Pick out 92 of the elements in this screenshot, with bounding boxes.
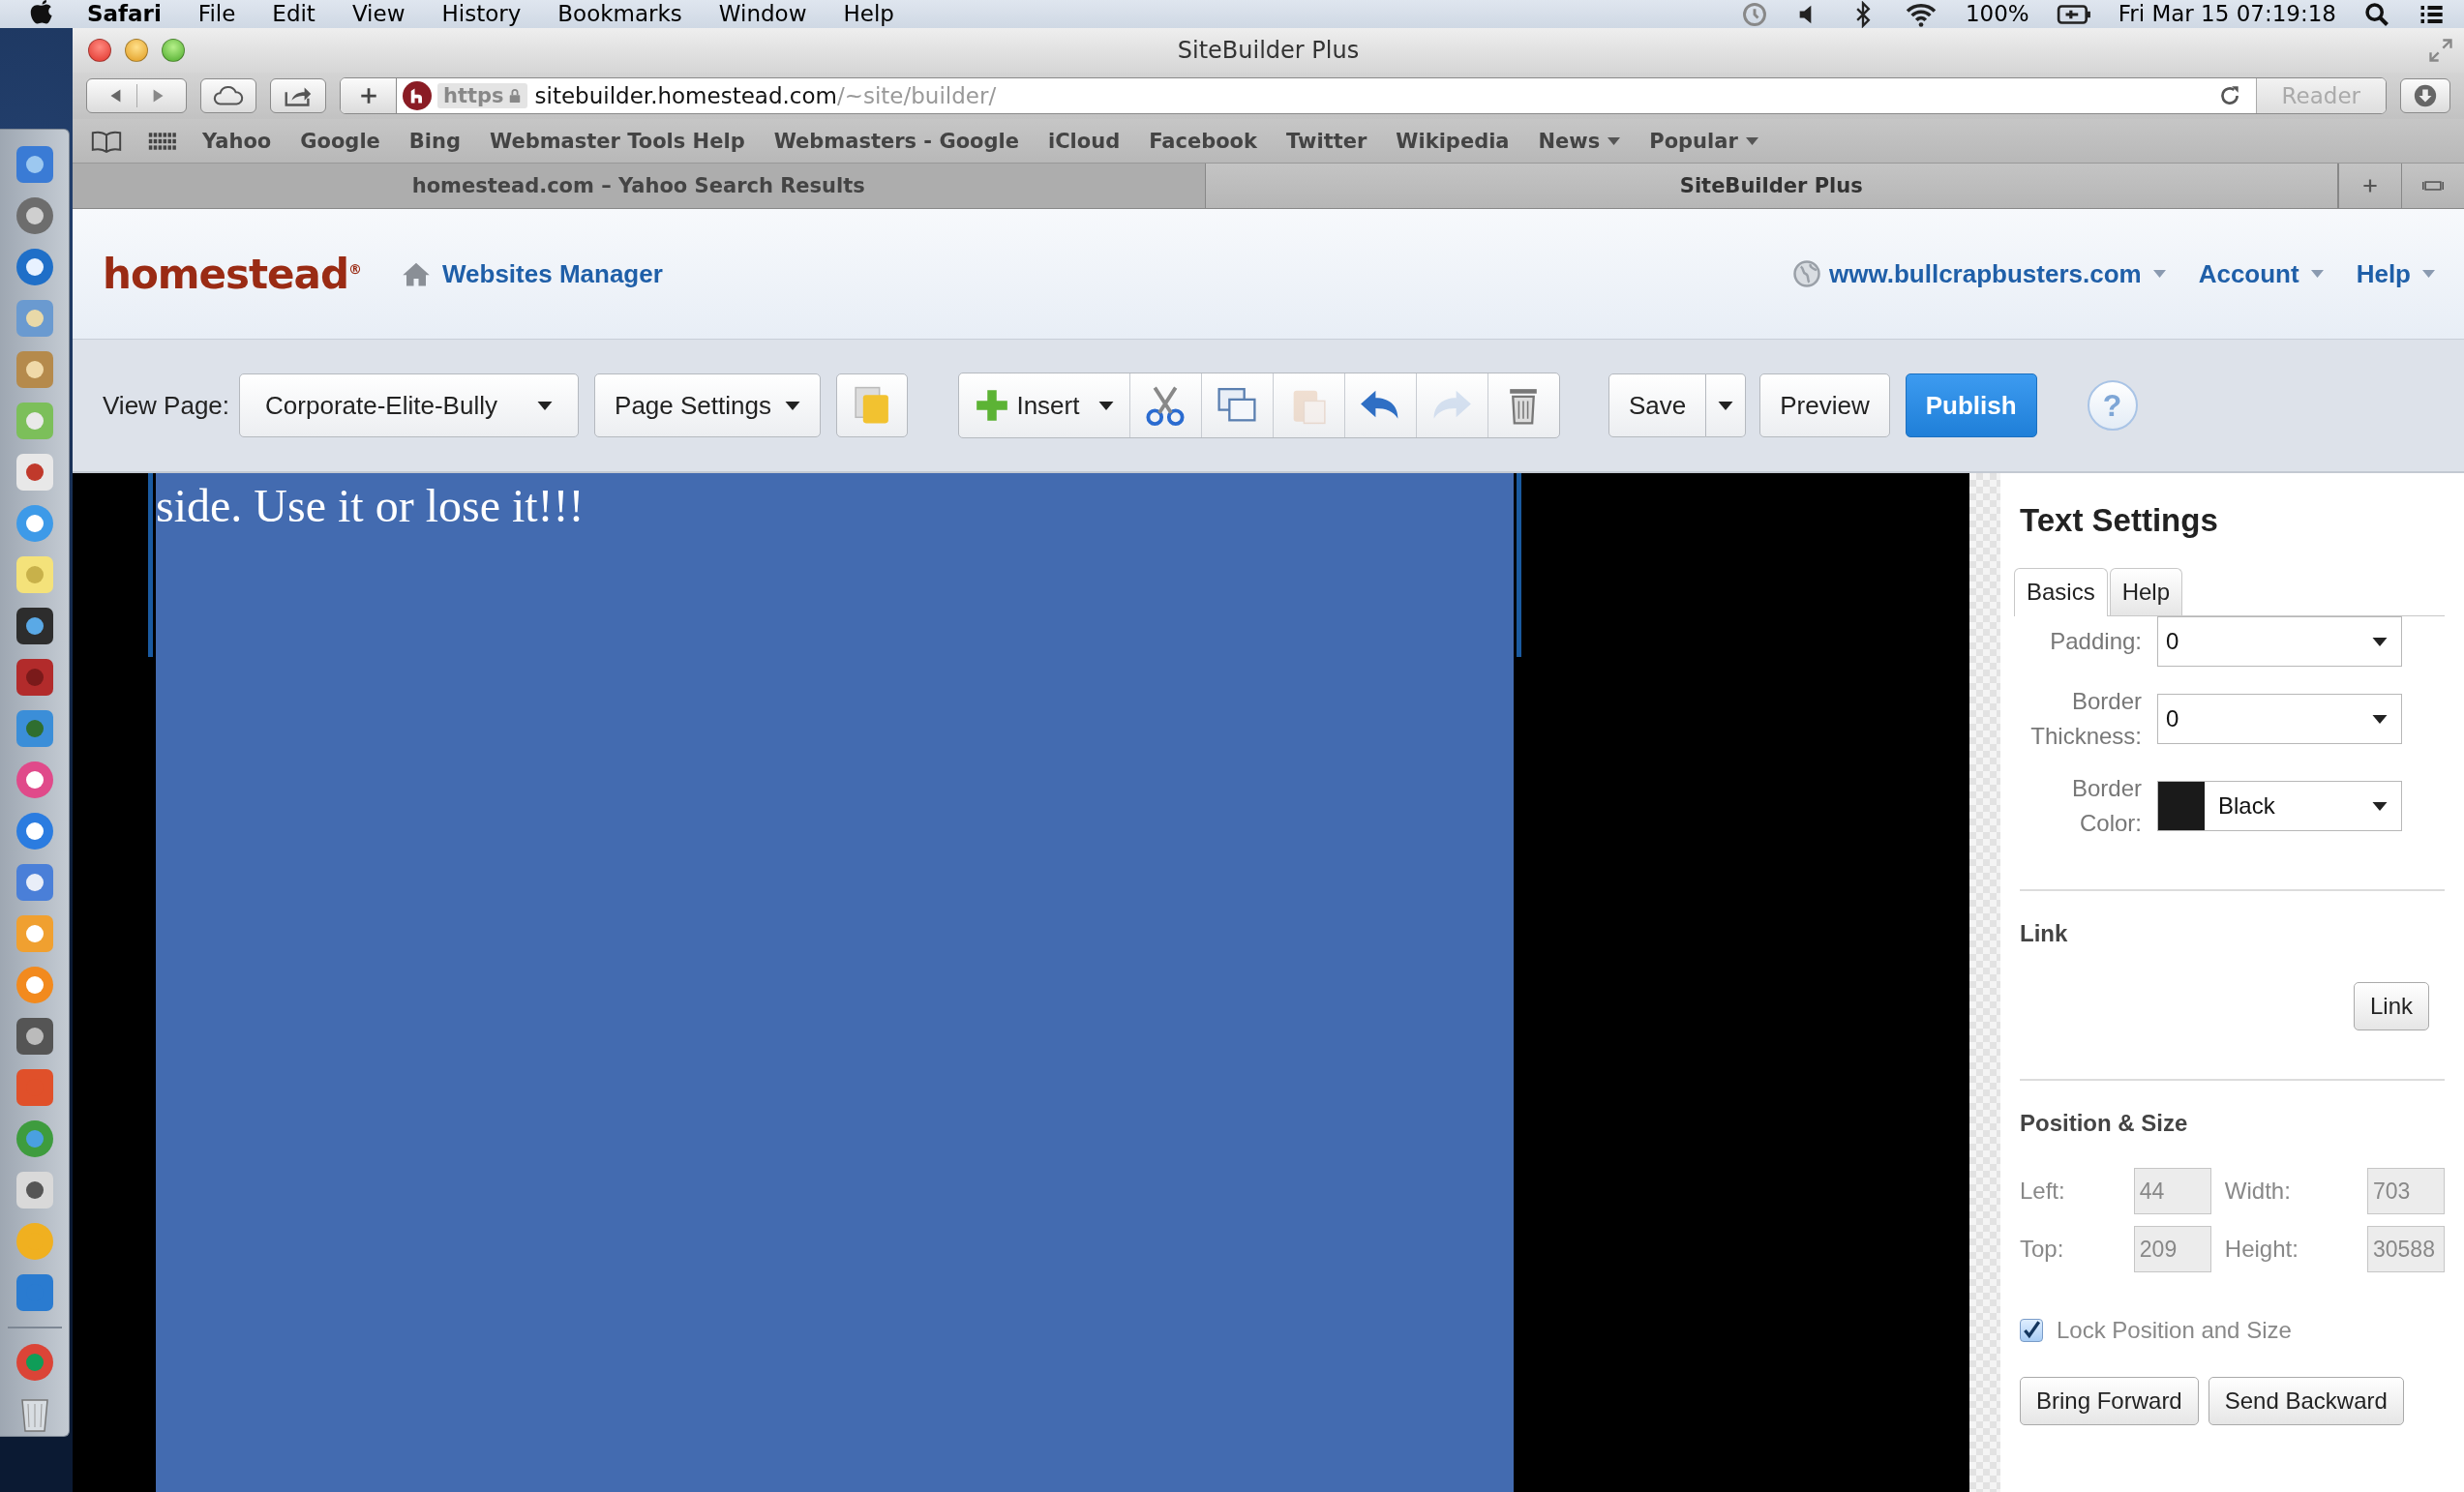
websites-manager-link[interactable]: Websites Manager — [442, 258, 663, 289]
bookmark-item[interactable]: Webmaster Tools Help — [490, 129, 745, 153]
field-label: Width: — [2224, 1178, 2292, 1205]
bookmark-item[interactable]: Webmasters - Google — [773, 129, 1019, 153]
section-heading: Link — [2020, 920, 2069, 947]
https-badge: https — [437, 83, 527, 108]
window-title: SiteBuilder Plus — [1177, 37, 1360, 64]
downloads-button[interactable] — [2400, 78, 2450, 113]
save-button[interactable]: Save — [1608, 373, 1707, 437]
caret-icon — [1745, 136, 1758, 145]
menu-item[interactable]: Bookmarks — [557, 0, 682, 28]
cloud-icon — [212, 83, 245, 108]
preview-button[interactable]: Preview — [1759, 373, 1890, 437]
caret-icon — [2372, 637, 2388, 646]
menu-clock[interactable]: Fri Mar 15 07:19:18 — [2118, 0, 2336, 28]
checkbox-label: Lock Position and Size — [2057, 1317, 2292, 1344]
bookmark-item[interactable]: Facebook — [1149, 129, 1258, 153]
battery-percentage: 100% — [1965, 0, 2029, 28]
caret-icon — [2372, 801, 2388, 811]
field-label: Top: — [2020, 1236, 2065, 1263]
bookmark-item[interactable]: News — [1538, 129, 1621, 153]
settings-tab[interactable]: Basics — [2014, 568, 2108, 616]
caret-icon — [1718, 401, 1734, 410]
field-label: Height: — [2224, 1236, 2299, 1263]
close-button[interactable] — [88, 39, 111, 62]
tab-overview-button[interactable] — [2401, 164, 2464, 208]
back-forward-button[interactable] — [86, 78, 187, 113]
text-block[interactable]: side. Use it or lose it!!! — [156, 473, 1514, 1492]
bookmark-item[interactable]: Bing — [408, 129, 462, 153]
icloud-button[interactable] — [200, 78, 256, 113]
block-text: side. Use it or lose it!!! — [156, 483, 585, 529]
caret-icon — [2310, 270, 2324, 278]
menu-item[interactable]: Help — [843, 0, 894, 28]
minimize-button[interactable] — [125, 39, 148, 62]
menu-item[interactable]: Window — [718, 0, 807, 28]
field-label: Left: — [2020, 1178, 2066, 1205]
bookmark-item[interactable]: Yahoo — [202, 129, 272, 153]
nav-menu[interactable]: Account — [2198, 258, 2324, 289]
add-bookmark-button[interactable] — [341, 78, 397, 113]
order-button[interactable]: Bring Forward — [2020, 1377, 2199, 1425]
app-menu[interactable]: Safari — [87, 0, 162, 28]
select-field[interactable]: Black — [2157, 781, 2402, 831]
browser-tab[interactable]: SiteBuilder Plus — [1205, 164, 2338, 208]
apple-icon[interactable] — [29, 0, 54, 26]
caret-icon — [784, 401, 800, 410]
field-label: Padding: — [2049, 627, 2142, 656]
field-label: Border Color: — [2070, 774, 2142, 838]
bookmark-item[interactable]: Google — [300, 129, 380, 153]
page-settings-button[interactable]: Page Settings — [594, 373, 821, 437]
save-options-button[interactable] — [1706, 373, 1747, 437]
menu-item[interactable]: File — [197, 0, 236, 28]
search-icon[interactable] — [2363, 0, 2390, 28]
field-label: Border Thickness: — [2029, 687, 2142, 751]
homestead-logo[interactable]: homestead$^{®}$ — [103, 250, 361, 298]
new-tab-button[interactable] — [2338, 164, 2401, 208]
checkbox[interactable] — [2020, 1319, 2043, 1342]
settings-tab[interactable]: Help — [2109, 568, 2183, 615]
share-button[interactable] — [270, 78, 326, 113]
bookmark-item[interactable]: iCloud — [1047, 129, 1121, 153]
section-heading: Position & Size — [2020, 1110, 2189, 1137]
menu-item[interactable]: History — [441, 0, 522, 28]
caret-icon — [1098, 401, 1115, 410]
bookmark-item[interactable]: Popular — [1649, 129, 1758, 153]
zoom-button[interactable] — [162, 39, 185, 62]
select-field[interactable]: 0 — [2157, 694, 2402, 744]
select-field[interactable]: 0 — [2157, 616, 2402, 667]
home-icon — [402, 260, 431, 287]
nav-menu[interactable]: www.bullcrapbusters.com — [1829, 258, 2166, 289]
globe-icon — [1792, 259, 1821, 288]
fullscreen-icon[interactable] — [2427, 37, 2454, 64]
link-button[interactable]: Link — [2353, 982, 2429, 1030]
view-page-label: View Page: — [103, 390, 230, 421]
address-field[interactable]: sitebuilder.homestead.com/~site/builder/ — [534, 83, 997, 108]
nav-menu[interactable]: Help — [2356, 258, 2435, 289]
bookmark-item[interactable]: Wikipedia — [1396, 129, 1510, 153]
page-dropdown[interactable]: Corporate-Elite-Bully — [239, 373, 580, 437]
caret-icon — [2422, 270, 2435, 278]
publish-button[interactable]: Publish — [1905, 373, 2037, 437]
house-favicon-icon — [403, 81, 432, 110]
caret-icon — [2372, 714, 2388, 724]
browser-tab[interactable]: homestead.com – Yahoo Search Results — [73, 164, 1206, 208]
caret-icon — [2152, 270, 2166, 278]
pages-button[interactable] — [835, 373, 908, 437]
bookmark-item[interactable]: Twitter — [1286, 129, 1367, 153]
order-button[interactable]: Send Backward — [2208, 1377, 2404, 1425]
menu-item[interactable]: Edit — [272, 0, 316, 28]
book-icon[interactable] — [90, 129, 123, 153]
menu-item[interactable]: View — [351, 0, 406, 28]
caret-icon — [1608, 136, 1621, 145]
caret-icon — [537, 401, 554, 410]
panel-title: Text Settings — [2020, 502, 2219, 539]
clock-icon[interactable] — [1740, 0, 1768, 28]
